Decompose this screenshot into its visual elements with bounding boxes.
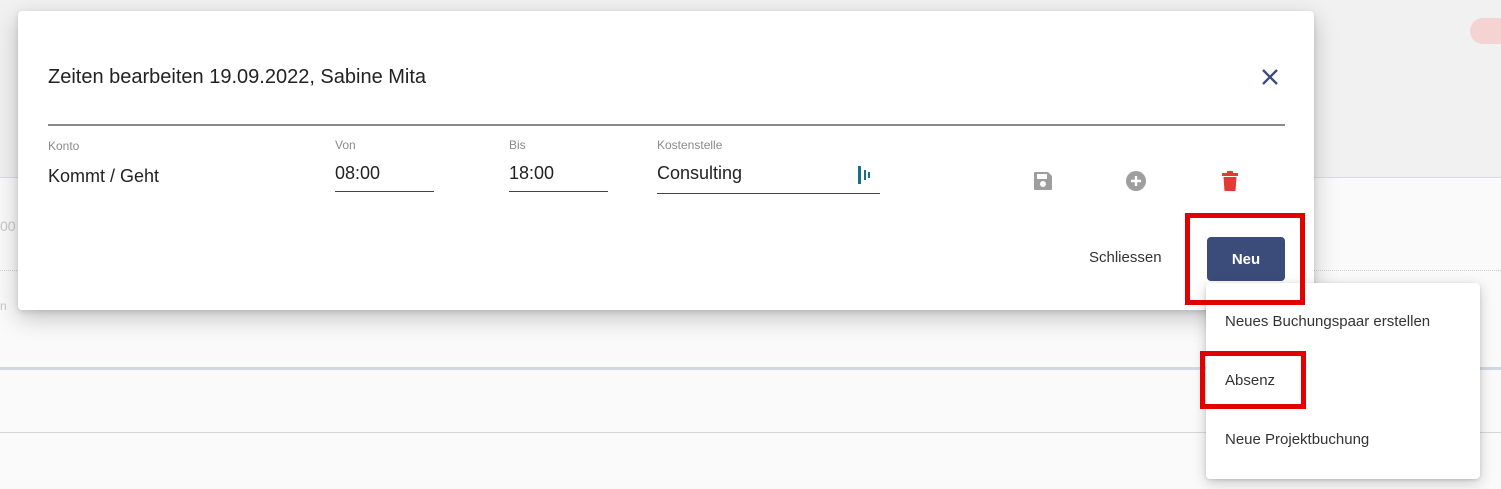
close-button[interactable] bbox=[1256, 63, 1284, 91]
add-button[interactable] bbox=[1124, 169, 1148, 193]
dialog-title: Zeiten bearbeiten 19.09.2022, Sabine Mit… bbox=[48, 66, 427, 88]
von-underline bbox=[335, 191, 434, 192]
save-button[interactable] bbox=[1031, 169, 1055, 193]
bis-label: Bis bbox=[509, 138, 526, 152]
floppy-disk-icon bbox=[1034, 172, 1052, 190]
selector-icon[interactable] bbox=[856, 165, 872, 185]
edit-times-dialog: Zeiten bearbeiten 19.09.2022, Sabine Mit… bbox=[18, 11, 1314, 310]
bis-input[interactable]: 18:00 bbox=[509, 163, 554, 184]
von-input[interactable]: 08:00 bbox=[335, 163, 380, 184]
bis-underline bbox=[509, 191, 608, 192]
trash-icon bbox=[1222, 171, 1238, 191]
highlight-box-neu bbox=[1185, 213, 1305, 305]
background-toggle[interactable] bbox=[1470, 18, 1501, 44]
menu-item-neues-buchungspaar[interactable]: Neues Buchungspaar erstellen bbox=[1225, 313, 1430, 330]
kostenstelle-input[interactable]: Consulting bbox=[657, 163, 742, 184]
background-text-fragment: n bbox=[0, 299, 7, 313]
plus-circle-icon bbox=[1126, 171, 1146, 191]
von-label: Von bbox=[335, 138, 356, 152]
kostenstelle-underline bbox=[657, 193, 880, 194]
kostenstelle-label: Kostenstelle bbox=[657, 138, 723, 152]
background-text-fragment: 00 bbox=[0, 218, 16, 234]
highlight-box-absenz bbox=[1200, 351, 1306, 409]
schliessen-button[interactable]: Schliessen bbox=[1089, 249, 1162, 266]
konto-label: Konto bbox=[48, 139, 80, 153]
konto-value: Kommt / Geht bbox=[48, 166, 160, 186]
delete-button[interactable] bbox=[1218, 169, 1242, 193]
header-divider bbox=[48, 124, 1285, 126]
close-icon bbox=[1262, 69, 1278, 85]
menu-item-neue-projektbuchung[interactable]: Neue Projektbuchung bbox=[1225, 431, 1369, 448]
